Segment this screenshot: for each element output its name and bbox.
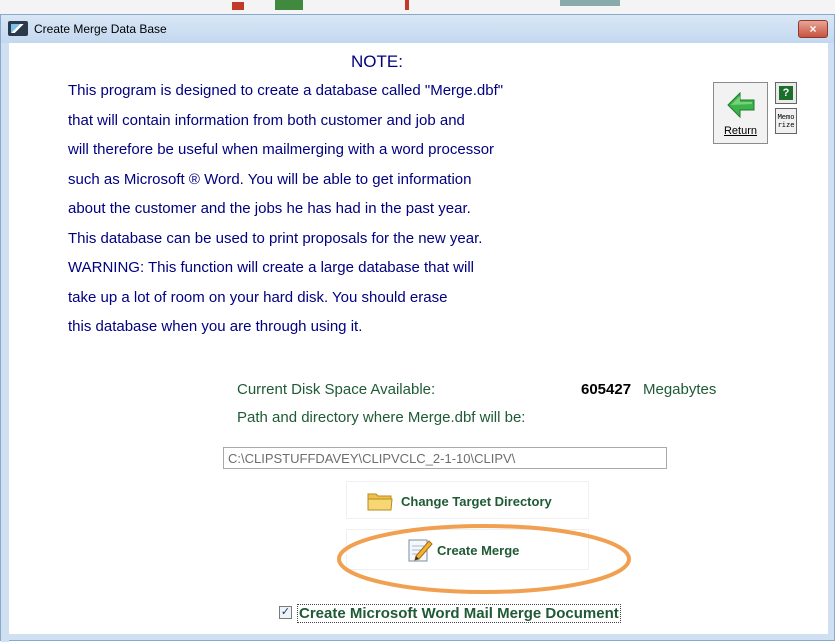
note-line: that will contain information from both … — [68, 111, 465, 129]
note-line: such as Microsoft ® Word. You will be ab… — [68, 170, 472, 188]
dialog-body: NOTE: This program is designed to create… — [9, 43, 828, 634]
return-label: Return — [723, 125, 758, 137]
note-text: This program is designed to create a dat… — [68, 81, 628, 347]
note-line: This program is designed to create a dat… — [68, 82, 504, 99]
word-merge-checkbox-label[interactable]: Create Microsoft Word Mail Merge Documen… — [297, 604, 621, 623]
background-fragment — [232, 2, 244, 10]
highlight-ring — [337, 524, 631, 594]
target-path-field[interactable] — [223, 447, 667, 469]
close-button[interactable]: × — [798, 20, 828, 38]
disk-space-unit: Megabytes — [643, 381, 717, 398]
note-line: WARNING: This function will create a lar… — [68, 259, 475, 276]
note-line: This database can be used to print propo… — [68, 229, 483, 247]
window-title: Create Merge Data Base — [34, 22, 167, 36]
disk-space-label: Current Disk Space Available: — [237, 381, 436, 398]
title-bar[interactable]: Create Merge Data Base × — [1, 15, 834, 43]
memorize-button[interactable]: Memo rize — [775, 108, 797, 134]
note-line: will therefore be useful when mailmergin… — [68, 141, 495, 158]
note-line: about the customer and the jobs he has h… — [68, 200, 471, 217]
change-target-directory-button[interactable]: Change Target Directory — [346, 481, 589, 519]
note-line: this database when you are through using… — [68, 318, 363, 335]
change-target-directory-label: Change Target Directory — [401, 494, 552, 509]
app-icon — [8, 21, 28, 36]
create-merge-dialog: Create Merge Data Base × NOTE: This prog… — [0, 14, 835, 642]
note-line: take up a lot of room on your hard disk.… — [68, 288, 448, 306]
return-arrow-icon — [727, 91, 755, 119]
return-button[interactable]: Return — [713, 82, 768, 144]
folder-icon — [367, 493, 393, 511]
disk-space-value: 605427 — [581, 381, 632, 398]
help-button[interactable]: ? — [775, 82, 797, 104]
help-icon: ? — [779, 86, 793, 100]
background-app-strip — [0, 0, 835, 14]
background-fragment — [275, 0, 303, 10]
note-heading: NOTE: — [351, 52, 403, 71]
word-merge-checkbox[interactable]: ✓ — [279, 606, 292, 619]
background-fragment — [560, 0, 620, 6]
path-label: Path and directory where Merge.dbf will … — [237, 409, 526, 426]
background-fragment — [405, 0, 409, 10]
window-frame-left — [1, 43, 9, 642]
